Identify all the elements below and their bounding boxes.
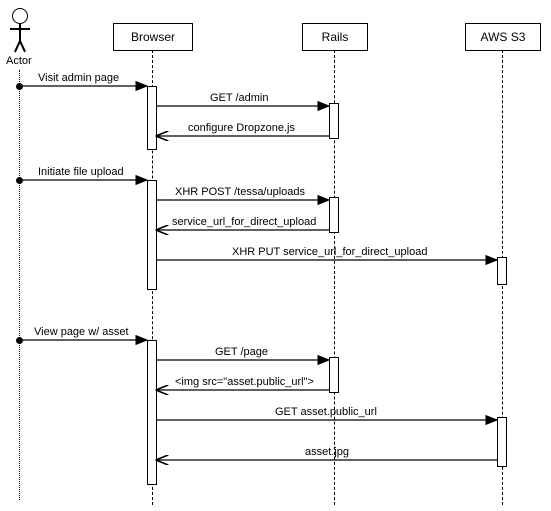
participant-label: Browser (131, 30, 175, 44)
activation-browser-1 (147, 86, 157, 150)
activation-s3-2 (497, 417, 507, 467)
activation-browser-2 (147, 180, 157, 290)
participant-s3: AWS S3 (465, 23, 541, 51)
message-label: configure Dropzone.js (188, 122, 295, 134)
message-label: GET /page (215, 346, 268, 358)
activation-rails-2 (329, 197, 339, 233)
message-origin-dot (16, 177, 23, 184)
message-label: XHR PUT service_url_for_direct_upload (232, 246, 427, 258)
activation-rails-3 (329, 357, 339, 393)
participant-rails: Rails (302, 23, 368, 51)
actor-body (19, 23, 21, 41)
actor-arms (10, 28, 30, 30)
activation-s3-1 (497, 257, 507, 285)
message-label: XHR POST /tessa/uploads (175, 186, 305, 198)
message-origin-dot (16, 337, 23, 344)
actor-label: Actor (6, 55, 32, 67)
message-origin-dot (16, 83, 23, 90)
message-label: Visit admin page (38, 72, 119, 84)
activation-browser-3 (147, 340, 157, 485)
message-label: GET asset.public_url (275, 406, 377, 418)
message-label: service_url_for_direct_upload (172, 216, 316, 228)
message-label: asset.jpg (305, 446, 349, 458)
actor-icon (12, 8, 28, 24)
lifeline-actor (19, 70, 20, 500)
message-label: Initiate file upload (38, 166, 124, 178)
message-label: GET /admin (210, 92, 269, 104)
actor-leg-right (19, 41, 25, 53)
participant-label: Rails (322, 30, 349, 44)
sequence-diagram: Actor Browser Rails AWS S3 (0, 0, 551, 511)
message-label: <img src="asset.public_url"> (175, 376, 314, 388)
activation-rails-1 (329, 103, 339, 139)
message-label: View page w/ asset (34, 326, 129, 338)
participant-label: AWS S3 (481, 30, 526, 44)
participant-browser: Browser (113, 23, 193, 51)
